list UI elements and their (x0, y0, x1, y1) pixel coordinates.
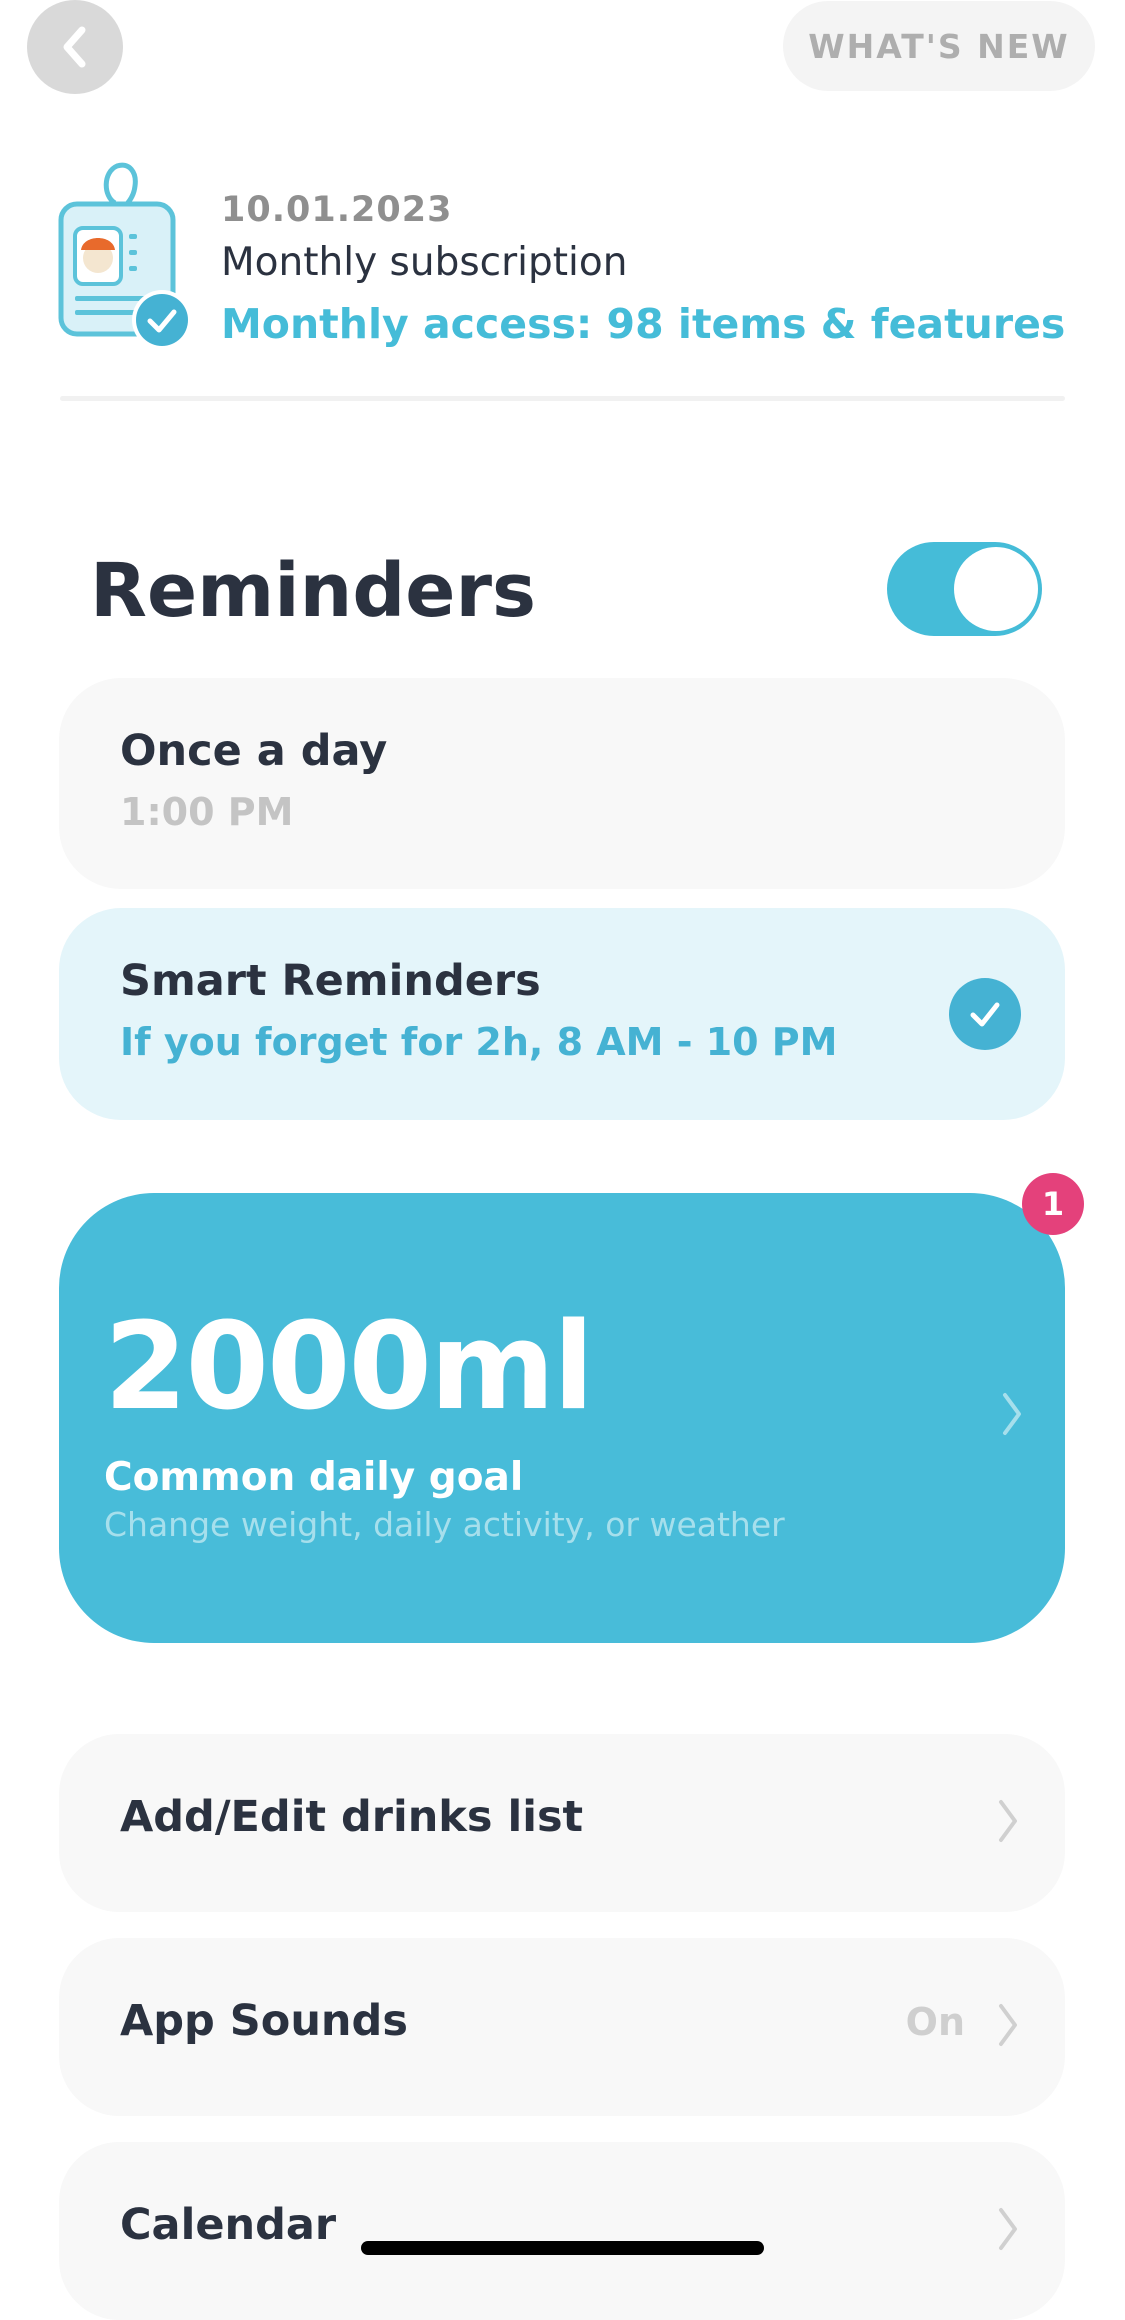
notification-badge: 1 (1022, 1173, 1084, 1235)
chevron-right-icon (1003, 1393, 1021, 1435)
reminder-option-subtitle: 1:00 PM (120, 790, 294, 834)
settings-row-value: On (905, 2000, 965, 2044)
reminders-title: Reminders (90, 548, 537, 634)
home-indicator (361, 2241, 764, 2255)
settings-row-label: Add/Edit drinks list (120, 1792, 584, 1842)
back-button[interactable] (27, 0, 123, 94)
subscription-date: 10.01.2023 (221, 190, 453, 230)
daily-goal-value: 2000ml (104, 1298, 594, 1437)
settings-row-drinks-list[interactable]: Add/Edit drinks list (59, 1734, 1065, 1912)
settings-row-label: Calendar (120, 2200, 337, 2250)
reminder-option-title: Smart Reminders (120, 956, 541, 1006)
reminder-option-title: Once a day (120, 726, 388, 776)
toggle-knob (954, 547, 1038, 631)
whats-new-button[interactable]: WHAT'S NEW (783, 1, 1095, 91)
id-badge-icon (55, 158, 195, 356)
settings-row-label: App Sounds (120, 1996, 408, 2046)
chevron-left-icon (63, 26, 86, 68)
subscription-title: Monthly subscription (221, 240, 628, 285)
subscription-access[interactable]: Monthly access: 98 items & features (221, 300, 1065, 348)
chevron-right-icon (999, 2208, 1017, 2250)
reminder-option-once-a-day[interactable]: Once a day 1:00 PM (59, 678, 1065, 889)
daily-goal-label: Common daily goal (104, 1455, 524, 1500)
check-icon (949, 978, 1021, 1050)
daily-goal-card[interactable]: 2000ml Common daily goal Change weight, … (59, 1193, 1065, 1643)
settings-row-calendar[interactable]: Calendar (59, 2142, 1065, 2320)
settings-row-app-sounds[interactable]: App Sounds On (59, 1938, 1065, 2116)
divider (60, 396, 1065, 401)
chevron-right-icon (999, 2004, 1017, 2046)
reminders-toggle[interactable] (887, 542, 1042, 636)
reminder-option-smart-reminders[interactable]: Smart Reminders If you forget for 2h, 8 … (59, 908, 1065, 1120)
reminder-option-subtitle: If you forget for 2h, 8 AM - 10 PM (120, 1020, 838, 1064)
chevron-right-icon (999, 1800, 1017, 1842)
daily-goal-hint: Change weight, daily activity, or weathe… (104, 1505, 785, 1544)
